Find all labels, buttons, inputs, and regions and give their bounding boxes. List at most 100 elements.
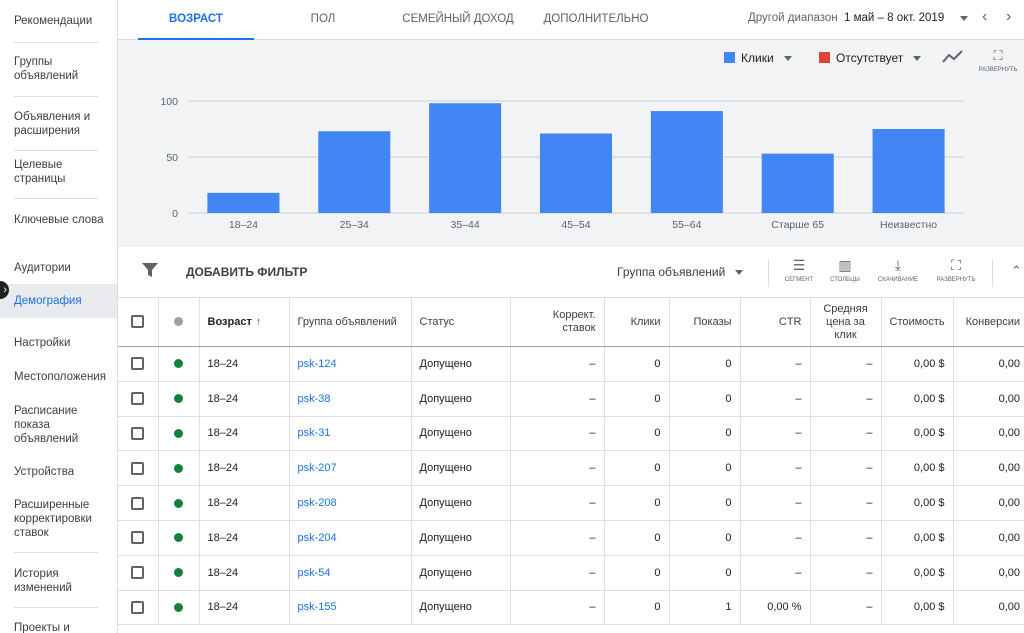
cell-bid-adj[interactable]: – — [510, 520, 605, 556]
tab-household-income[interactable]: СЕМЕЙНЫЙ ДОХОД — [398, 0, 518, 40]
cell-ad-group-link[interactable]: psk-124 — [289, 346, 412, 382]
col-ctr-header[interactable]: CTR — [740, 297, 811, 347]
bar-1[interactable] — [318, 131, 391, 213]
cell-bid-adj[interactable]: – — [510, 450, 605, 487]
row-checkbox[interactable] — [131, 392, 145, 406]
bar-4[interactable] — [650, 111, 723, 213]
date-range-value[interactable]: 1 май – 8 окт. 2019 — [844, 12, 944, 24]
x-tick-label: 35–44 — [451, 219, 480, 231]
cell-ctr: – — [740, 485, 811, 521]
segment-button[interactable]: ☰ СЕГМЕНТ — [777, 257, 821, 283]
next-period-chevron-right-icon[interactable]: › — [1006, 8, 1011, 26]
cell-ad-group-link[interactable]: psk-155 — [289, 590, 412, 626]
tab-age[interactable]: ВОЗРАСТ — [138, 0, 254, 40]
sidebar-item-ads-extensions[interactable]: Объявления и расширения — [14, 110, 114, 138]
bar-2[interactable] — [429, 103, 502, 213]
cell-age: 18–24 — [199, 346, 290, 382]
bar-3[interactable] — [539, 133, 613, 213]
row-status-dot-cell — [158, 381, 200, 417]
col-age-header[interactable]: Возраст ↑ — [199, 297, 290, 347]
sidebar-item-ad-schedule[interactable]: Расписание показа объявлений — [14, 404, 114, 446]
sidebar-item-demographics[interactable]: Демография — [14, 294, 114, 308]
sidebar-item-recommendations[interactable]: Рекомендации — [14, 14, 114, 28]
select-all-checkbox[interactable] — [131, 315, 145, 329]
table-body: 18–24 psk-124 Допущено –0 0– –0,00 $0,00 18–24… — [118, 346, 1024, 626]
cell-conversions: 0,00 — [953, 416, 1024, 452]
cell-bid-adj[interactable]: – — [510, 555, 605, 591]
sidebar-item-change-history[interactable]: История изменений — [14, 567, 114, 595]
status-enabled-dot-icon — [174, 568, 183, 578]
date-range-caret-down-icon[interactable] — [960, 16, 968, 21]
row-checkbox[interactable] — [131, 566, 145, 580]
sidebar-item-drafts[interactable]: Проекты и — [14, 621, 114, 633]
col-cost-header[interactable]: Стоимость — [881, 297, 954, 347]
cell-avg-cpc: – — [810, 520, 882, 556]
sidebar-item-devices[interactable]: Устройства — [14, 465, 114, 479]
cell-avg-cpc: – — [810, 590, 882, 626]
cell-ad-group-link[interactable]: psk-204 — [289, 520, 412, 556]
bar-5[interactable] — [761, 153, 834, 213]
table-toolbar: ДОБАВИТЬ ФИЛЬТР Группа объявлений ☰ СЕГМ… — [118, 247, 1024, 297]
sidebar-item-locations[interactable]: Местоположения — [14, 370, 114, 384]
bar-6[interactable] — [872, 129, 945, 213]
sidebar-item-keywords[interactable]: Ключевые слова — [14, 213, 114, 227]
cell-ad-group-link[interactable]: psk-54 — [289, 555, 412, 591]
group-by-select[interactable]: Группа объявлений — [617, 265, 744, 279]
bar-0[interactable] — [207, 192, 280, 213]
legend-metric1-selector[interactable]: Клики — [724, 51, 792, 65]
cell-conversions: 0,00 — [953, 485, 1024, 521]
cell-clicks: 0 — [604, 381, 670, 417]
cell-bid-adj[interactable]: – — [510, 381, 605, 417]
sidebar-divider — [14, 96, 98, 97]
collapse-chevron-up-icon[interactable]: ⌃ — [1011, 263, 1022, 279]
row-checkbox[interactable] — [131, 600, 145, 614]
cell-bid-adj[interactable]: – — [510, 346, 605, 382]
col-conversions-header[interactable]: Конверсии — [953, 297, 1024, 347]
cell-impressions: 0 — [669, 346, 741, 382]
cell-bid-adj[interactable]: – — [510, 416, 605, 452]
legend-metric1-swatch — [724, 52, 735, 63]
cell-bid-adj[interactable]: – — [510, 590, 605, 626]
table-expand-button[interactable]: ⛶ РАЗВЕРНУТЬ — [934, 257, 978, 283]
chart-expand-button[interactable]: ⛶ РАЗВЕРНУТЬ — [974, 48, 1022, 73]
row-select-cell — [118, 450, 159, 487]
cell-bid-adj[interactable]: – — [510, 485, 605, 521]
row-checkbox[interactable] — [131, 461, 145, 475]
tab-more[interactable]: ДОПОЛНИТЕЛЬНО — [536, 0, 656, 60]
cell-ad-group-link[interactable]: psk-31 — [289, 416, 412, 452]
cell-avg-cpc: – — [810, 450, 882, 487]
col-clicks-header[interactable]: Клики — [604, 297, 670, 347]
filter-icon[interactable] — [142, 263, 158, 277]
legend-metric2-selector[interactable]: Отсутствует — [819, 51, 922, 65]
col-status-header[interactable]: Статус — [411, 297, 511, 347]
line-chart-toggle-icon[interactable] — [942, 50, 964, 64]
table-row: 18–24 psk-54 Допущено –0 0– –0,00 $0,00 — [118, 555, 1024, 591]
sidebar-divider — [14, 552, 98, 553]
sidebar-item-ad-groups[interactable]: Группы объявлений — [14, 55, 114, 83]
table-header-row: Возраст ↑ Группа объявлений Статус Коррек… — [118, 297, 1024, 347]
row-checkbox[interactable] — [131, 496, 145, 510]
cell-ad-group-link[interactable]: psk-208 — [289, 485, 412, 521]
cell-ad-group-link[interactable]: psk-38 — [289, 381, 412, 417]
sidebar-item-landing-pages[interactable]: Целевые страницы — [14, 158, 114, 186]
row-checkbox[interactable] — [131, 357, 145, 371]
sidebar-item-audiences[interactable]: Аудитории — [14, 261, 114, 275]
col-ad-group-header[interactable]: Группа объявлений — [289, 297, 412, 347]
tab-gender[interactable]: ПОЛ — [268, 0, 378, 40]
col-bid-adj-header[interactable]: Коррект. ставок — [510, 297, 605, 347]
cell-status: Допущено — [411, 520, 511, 556]
cell-cost: 0,00 $ — [881, 416, 954, 452]
sidebar-item-settings[interactable]: Настройки — [14, 336, 114, 350]
add-filter-button[interactable]: ДОБАВИТЬ ФИЛЬТР — [186, 265, 307, 279]
download-button[interactable]: ⤓ СКАЧИВАНИЕ — [876, 257, 920, 283]
cell-conversions: 0,00 — [953, 381, 1024, 417]
col-impressions-header[interactable]: Показы — [669, 297, 741, 347]
row-checkbox[interactable] — [131, 531, 145, 545]
sidebar-item-advanced-bid-adj[interactable]: Расширенные корректировки ставок — [14, 498, 114, 540]
columns-button[interactable]: ▥ СТОЛБЦЫ — [823, 257, 867, 283]
status-enabled-dot-icon — [174, 603, 183, 613]
prev-period-chevron-left-icon[interactable]: ‹ — [982, 8, 987, 26]
cell-ad-group-link[interactable]: psk-207 — [289, 450, 412, 487]
col-avg-cpc-header[interactable]: Средняя цена за клик — [810, 297, 882, 347]
row-checkbox[interactable] — [131, 426, 145, 440]
